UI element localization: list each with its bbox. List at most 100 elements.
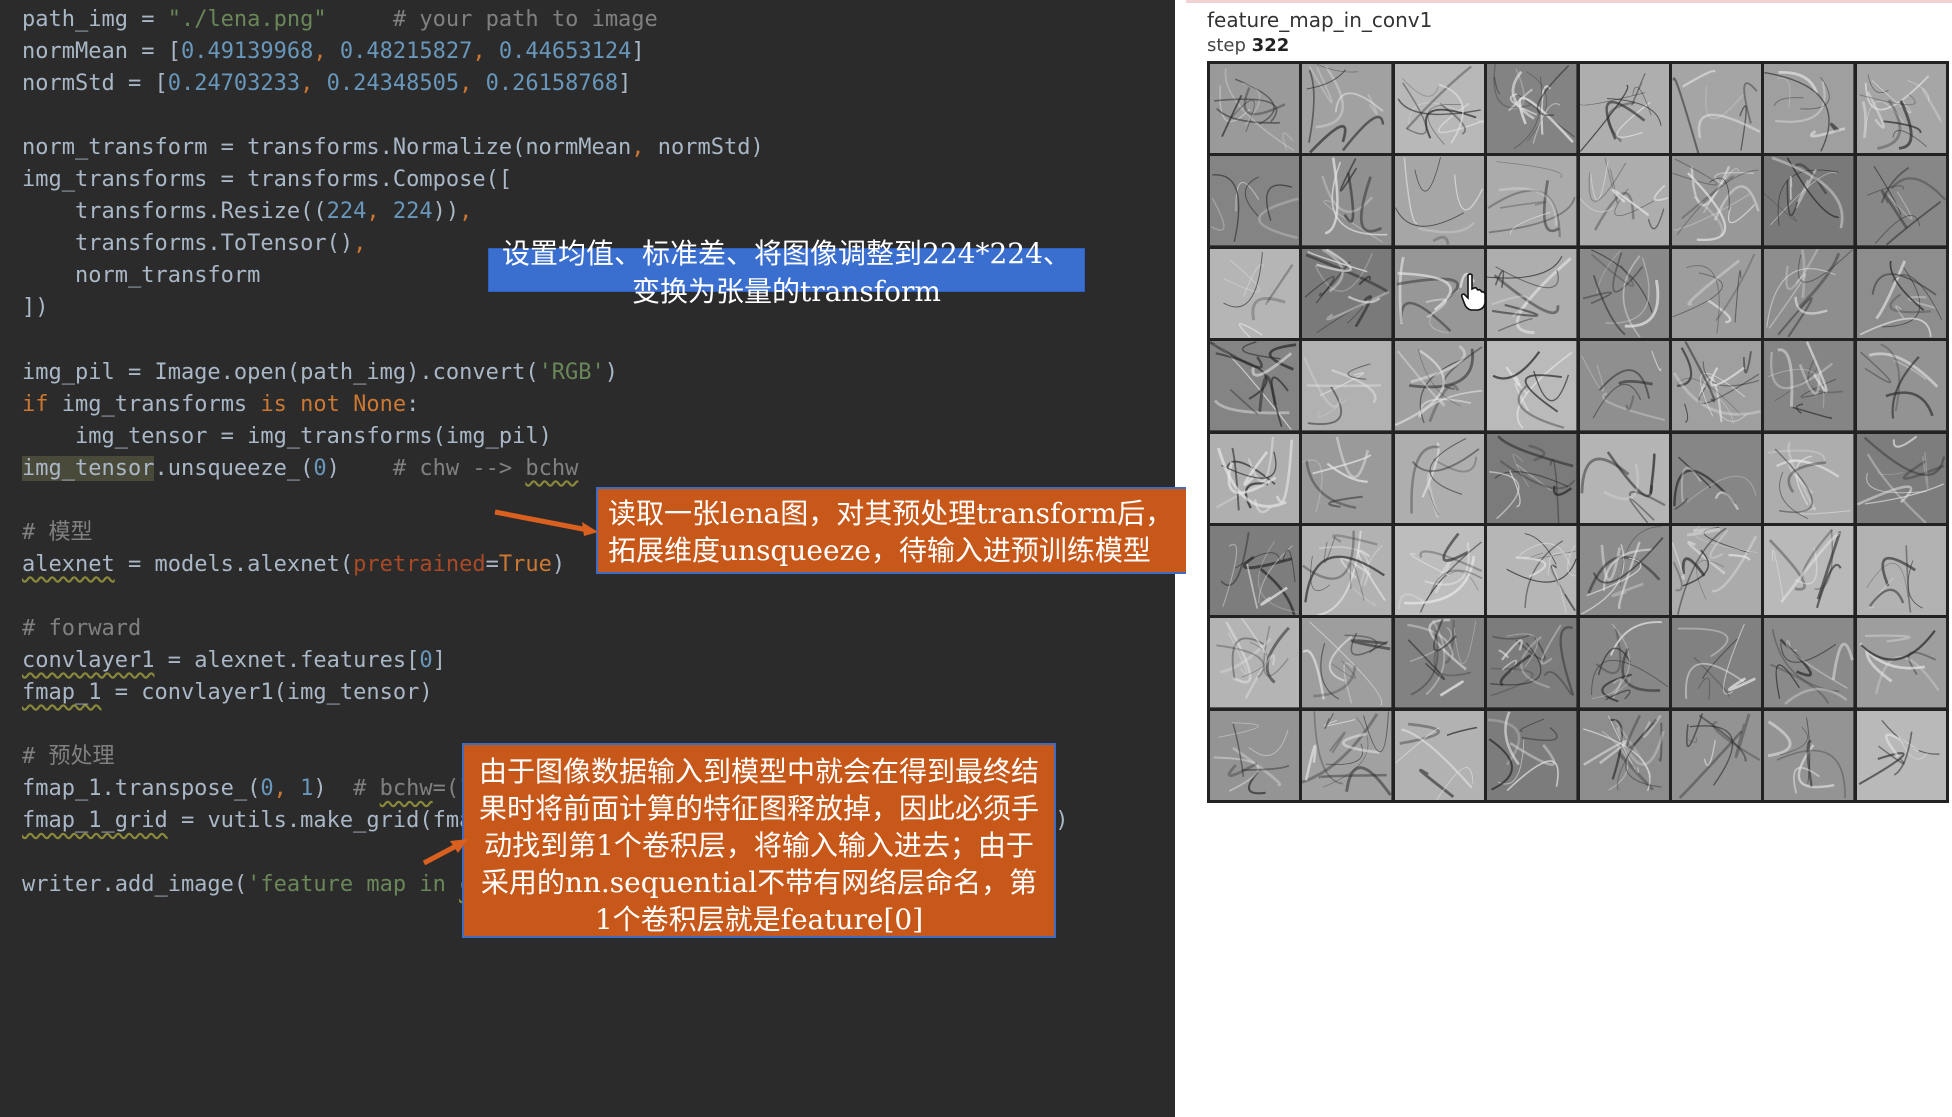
code-line[interactable]: fmap_1 = convlayer1(img_tensor): [22, 673, 433, 713]
feature-map-tile: [1671, 341, 1762, 431]
code-token: # 模型: [22, 519, 93, 545]
code-token: ,: [631, 135, 658, 161]
feature-map-tile: [1856, 433, 1946, 523]
code-token: norm_transform = transforms.Normalize(no…: [22, 135, 632, 161]
feature-map-tile: [1579, 433, 1669, 523]
code-token: 'feature map in: [247, 872, 460, 898]
code-token: ]: [618, 71, 632, 97]
feature-map-tile: [1394, 525, 1485, 616]
feature-map-tile: [1302, 710, 1392, 800]
code-line[interactable]: norm_transform: [22, 256, 260, 296]
feature-map-tile: [1487, 710, 1577, 800]
feature-map-tile: [1671, 156, 1762, 246]
code-token: = convlayer1(img_tensor): [101, 680, 433, 706]
code-token: ]: [631, 39, 645, 65]
feature-map-tile: [1579, 64, 1669, 154]
code-token: #: [353, 776, 380, 802]
feature-map-tile: [1671, 433, 1762, 523]
code-token: ,: [313, 39, 340, 65]
code-token: ,: [300, 71, 327, 97]
feature-map-tile: [1764, 341, 1854, 431]
callout-read-image-line2: 拓展维度unsqueeze，待输入进预训练模型: [608, 534, 1151, 567]
callout-transform-note: 设置均值、标准差、将图像调整到224*224、变换为张量的transform: [488, 237, 1085, 308]
feature-map-tile: [1302, 618, 1392, 708]
feature-map-tile: [1394, 710, 1485, 800]
code-token: ]): [22, 295, 49, 321]
feature-map-tile: [1856, 64, 1946, 154]
code-token: norm_transform: [74, 263, 261, 289]
feature-map-tile: [1302, 525, 1392, 616]
feature-map-tile: [1394, 341, 1485, 431]
code-token: :: [406, 391, 420, 417]
feature-map-tile: [1487, 64, 1577, 154]
code-token: normStd): [657, 135, 764, 161]
feature-map-tile: [1579, 341, 1669, 431]
hand-cursor-icon: [1460, 273, 1486, 311]
code-line[interactable]: normStd = [0.24703233, 0.24348505, 0.261…: [22, 64, 631, 104]
code-token: # 预处理: [22, 744, 115, 770]
feature-map-tile: [1487, 618, 1577, 708]
feature-map-tile: [1210, 248, 1300, 339]
callout-read-image-note: 读取一张lena图，对其预处理transform后， 拓展维度unsqueeze…: [596, 487, 1191, 574]
code-line[interactable]: ]): [22, 288, 49, 328]
code-token: ): [551, 551, 566, 577]
feature-map-tile: [1764, 433, 1854, 523]
feature-map-tile: [1764, 64, 1854, 154]
code-token: 0.26158768: [485, 71, 619, 97]
feature-map-tile: [1579, 248, 1669, 339]
feature-map-tile: [1764, 248, 1854, 339]
feature-map-tile: [1210, 433, 1300, 523]
code-token: normMean = [: [22, 39, 181, 65]
feature-map-tile: [1210, 64, 1300, 154]
step-label: step: [1207, 35, 1246, 56]
feature-map-tile: [1210, 618, 1300, 708]
feature-map-grid[interactable]: [1207, 61, 1949, 803]
code-token: normStd = [: [22, 71, 168, 97]
code-token: fmap_1: [22, 680, 102, 706]
code-token: 0.48215827: [339, 39, 473, 65]
code-token: path_img =: [22, 7, 168, 32]
code-token: 0: [260, 776, 274, 802]
feature-map-tile: [1210, 710, 1300, 800]
code-token: ): [1055, 808, 1069, 834]
code-token: ,: [366, 199, 393, 225]
feature-map-tile: [1302, 64, 1392, 154]
code-token: 224: [326, 199, 367, 225]
code-token: 0.24348505: [326, 71, 460, 97]
code-token: 0: [419, 648, 433, 673]
code-token: # forward: [22, 615, 142, 641]
code-token: ]: [432, 648, 446, 673]
feature-map-tile: [1856, 525, 1946, 616]
feature-map-tile: [1764, 156, 1854, 246]
feature-map-tile: [1210, 341, 1300, 431]
feature-map-tile: [1764, 525, 1854, 616]
callout-transform-text: 设置均值、标准差、将图像调整到224*224、变换为张量的transform: [502, 237, 1071, 308]
feature-map-tile: [1579, 710, 1669, 800]
arrow-to-conv-layer-note: [422, 839, 468, 866]
code-token: img_transforms = transforms.Compose([: [22, 167, 513, 193]
code-token: writer.add_image(: [22, 872, 248, 898]
feature-map-tile: [1302, 433, 1392, 523]
code-token: ): [313, 776, 354, 802]
feature-map-tile: [1394, 433, 1485, 523]
feature-map-tile: [1856, 156, 1946, 246]
feature-map-tile: [1856, 248, 1946, 339]
feature-map-tile: [1579, 618, 1669, 708]
code-line[interactable]: alexnet = models.alexnet(pretrained=True…: [22, 545, 565, 585]
code-token: = alexnet.features[: [154, 648, 420, 673]
code-token: .unsqueeze_(: [154, 455, 314, 481]
code-token: ,: [273, 776, 301, 802]
feature-map-tile: [1487, 248, 1577, 339]
panel-top-border: [1186, 0, 1952, 3]
code-token: ,: [472, 39, 499, 65]
code-token: # chw -->: [392, 455, 526, 481]
code-line[interactable]: img_tensor.unsqueeze_(0) # chw --> bchw: [22, 449, 578, 489]
code-token: img_pil = Image.open(path_img).convert(: [22, 359, 539, 385]
feature-map-tile: [1394, 618, 1485, 708]
code-token: ): [604, 359, 619, 385]
feature-map-tile: [1394, 64, 1485, 154]
